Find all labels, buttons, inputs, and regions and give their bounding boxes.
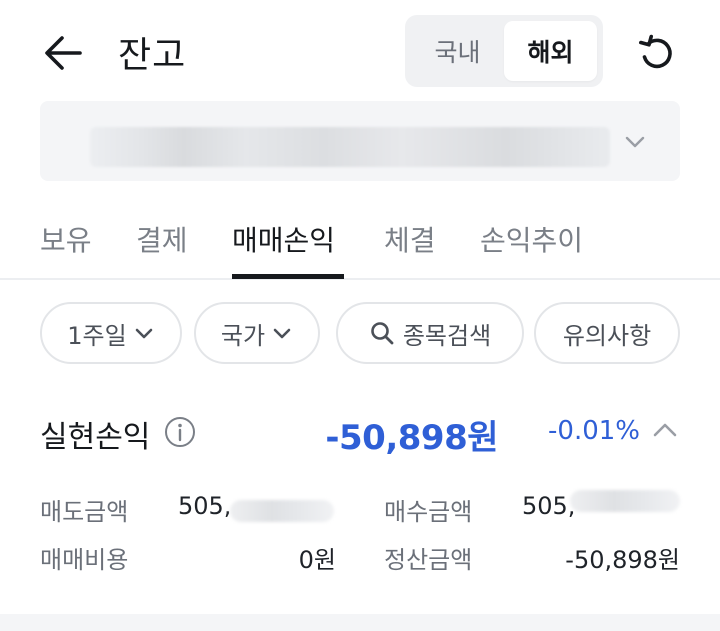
segment-overseas[interactable]: 해외	[504, 21, 597, 81]
chevron-up-icon[interactable]	[650, 416, 680, 446]
refresh-icon	[639, 34, 672, 69]
filter-bar: 1주일 국가 종목검색 유의사항	[40, 302, 680, 364]
country-filter[interactable]: 국가	[194, 302, 320, 364]
section-divider	[0, 614, 720, 631]
period-filter[interactable]: 1주일	[40, 302, 182, 364]
back-arrow-icon	[45, 36, 82, 70]
sell-amount-value: 505,	[178, 492, 232, 520]
tab-executions[interactable]: 체결	[384, 219, 436, 259]
sell-amount-label: 매도금액	[40, 498, 129, 526]
settlement-label: 정산금액	[384, 546, 473, 574]
chevron-down-icon	[625, 136, 645, 148]
stock-search-label: 종목검색	[402, 321, 492, 350]
settlement-value: -50,898원	[565, 546, 680, 574]
sell-amount-row: 매도금액 505,	[40, 492, 336, 532]
back-button[interactable]	[40, 30, 86, 76]
tab-settlement[interactable]: 결제	[136, 219, 188, 259]
realized-pnl-label: 실현손익	[40, 420, 151, 455]
info-icon[interactable]	[164, 416, 196, 448]
chevron-down-icon	[273, 328, 291, 339]
active-tab-indicator	[232, 274, 344, 279]
segment-domestic[interactable]: 국내	[411, 21, 504, 81]
realized-pnl-rate: -0.01%	[548, 416, 640, 446]
search-icon	[371, 322, 394, 345]
sell-amount-redacted	[230, 500, 334, 522]
stock-search-button[interactable]: 종목검색	[336, 302, 524, 364]
country-filter-label: 국가	[220, 321, 266, 350]
buy-amount-label: 매수금액	[384, 498, 473, 526]
page-title: 잔고	[118, 35, 187, 76]
account-selector[interactable]	[40, 101, 680, 181]
fees-label: 매매비용	[40, 546, 129, 574]
detail-right-column: 매수금액 505, 정산금액 -50,898원	[384, 490, 680, 582]
tab-pnl-trend[interactable]: 손익추이	[480, 219, 583, 259]
period-filter-label: 1주일	[67, 321, 127, 350]
tab-holdings[interactable]: 보유	[40, 219, 92, 259]
buy-amount-redacted	[570, 490, 680, 512]
realized-pnl-value: -50,898원	[325, 418, 498, 458]
tab-bar: 보유 결제 매매손익 체결 손익추이	[0, 200, 720, 280]
refresh-button[interactable]	[634, 30, 680, 76]
detail-left-column: 매도금액 505, 매매비용 0원	[40, 492, 336, 582]
tab-trading-pnl[interactable]: 매매손익	[232, 219, 335, 259]
header: 잔고 국내 해외	[0, 0, 720, 100]
market-segment-toggle: 국내 해외	[405, 15, 603, 87]
settlement-row: 정산금액 -50,898원	[384, 540, 680, 580]
buy-amount-row: 매수금액 505,	[384, 490, 680, 532]
notice-button[interactable]: 유의사항	[534, 302, 680, 364]
realized-pnl-summary: 실현손익 -50,898원 -0.01%	[40, 410, 680, 460]
account-number-redacted	[90, 127, 610, 167]
buy-amount-value: 505,	[522, 492, 576, 520]
fees-value: 0원	[298, 546, 336, 574]
notice-label: 유의사항	[562, 321, 652, 350]
fees-row: 매매비용 0원	[40, 540, 336, 580]
chevron-down-icon	[135, 328, 153, 339]
